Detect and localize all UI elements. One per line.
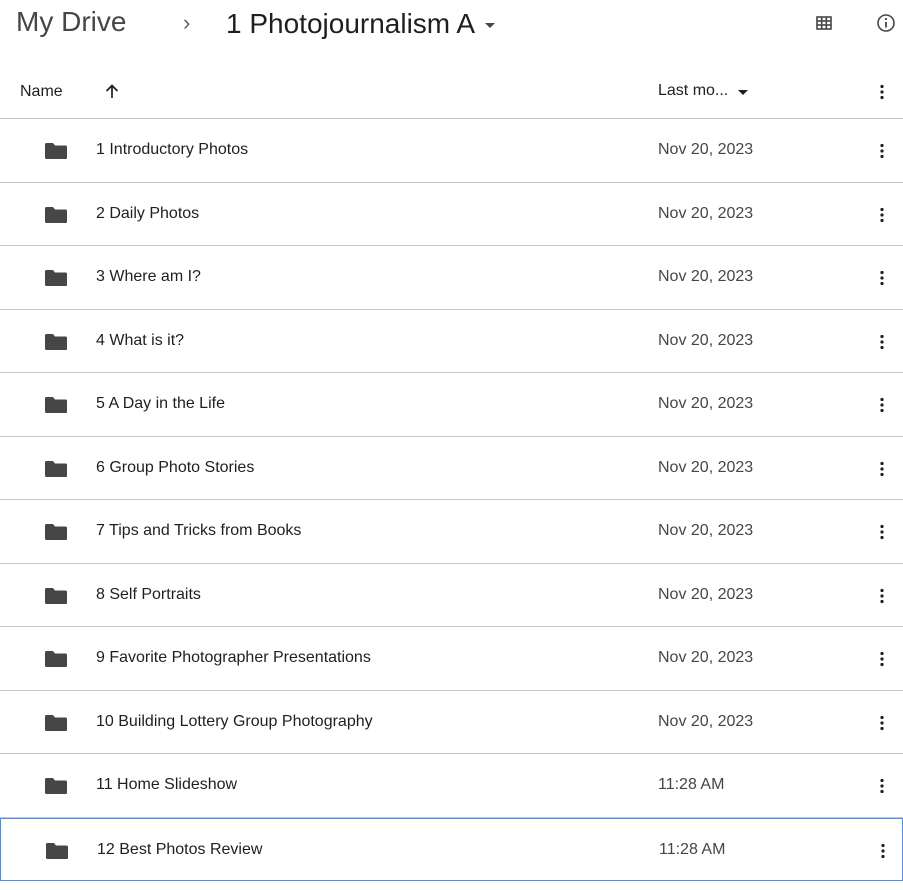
more-vert-icon — [880, 334, 884, 349]
row-more-actions-button[interactable] — [868, 582, 896, 610]
more-vert-icon — [880, 778, 884, 794]
file-list-row[interactable]: 3 Where am I? Nov 20, 2023 — [0, 246, 903, 310]
file-name: 1 Introductory Photos — [96, 141, 249, 158]
row-more-actions-button[interactable] — [868, 455, 896, 483]
more-vert-icon — [880, 84, 884, 100]
more-vert-icon — [880, 143, 884, 159]
row-more-actions-button[interactable] — [869, 837, 897, 865]
header-bar: My Drive › 1 Photojournalism A — [0, 0, 903, 56]
folder-icon — [45, 714, 67, 731]
folder-icon — [45, 143, 67, 159]
arrow-up-icon — [105, 84, 119, 98]
more-vert-icon — [880, 715, 884, 730]
dropdown-caret-icon — [485, 22, 496, 28]
file-name: 12 Best Photos Review — [97, 840, 263, 858]
file-last-modified: Nov 20, 2023 — [658, 649, 754, 666]
file-list-row[interactable]: 7 Tips and Tricks from Books Nov 20, 202… — [0, 500, 903, 564]
folder-icon — [46, 842, 68, 859]
file-last-modified: Nov 20, 2023 — [658, 395, 754, 412]
row-more-actions-button[interactable] — [868, 645, 896, 673]
more-vert-icon — [880, 461, 884, 476]
file-last-modified: Nov 20, 2023 — [658, 331, 754, 349]
file-name: 9 Favorite Photographer Presentations — [96, 649, 371, 666]
info-icon — [877, 14, 895, 32]
sort-direction-button[interactable] — [100, 78, 124, 104]
file-last-modified: Nov 20, 2023 — [658, 458, 754, 476]
row-more-actions-button[interactable] — [868, 709, 896, 737]
file-list-row[interactable]: 12 Best Photos Review 11:28 AM — [0, 817, 903, 881]
breadcrumb-current-folder-button[interactable]: 1 Photojournalism A — [226, 6, 496, 42]
grid-view-button[interactable] — [811, 10, 837, 36]
file-name: 10 Building Lottery Group Photography — [96, 712, 373, 730]
file-list-row[interactable]: 9 Favorite Photographer Presentations No… — [0, 627, 903, 691]
file-list-row[interactable]: 11 Home Slideshow 11:28 AM — [0, 754, 903, 818]
file-list: 1 Introductory Photos Nov 20, 2023 2 Dai… — [0, 119, 903, 881]
more-vert-icon — [880, 397, 884, 413]
file-list-row[interactable]: 2 Daily Photos Nov 20, 2023 — [0, 183, 903, 246]
folder-icon — [45, 206, 67, 223]
row-more-actions-button[interactable] — [868, 772, 896, 800]
more-vert-icon — [881, 843, 885, 858]
file-name: 11 Home Slideshow — [96, 776, 238, 793]
folder-icon — [45, 270, 67, 286]
breadcrumb-my-drive[interactable]: My Drive — [16, 6, 126, 38]
file-last-modified: Nov 20, 2023 — [658, 585, 754, 603]
file-last-modified: 11:28 AM — [659, 840, 726, 858]
row-more-actions-button[interactable] — [868, 137, 896, 165]
file-last-modified: Nov 20, 2023 — [658, 522, 754, 539]
column-header-name[interactable]: Name — [20, 83, 63, 101]
file-list-row[interactable]: 10 Building Lottery Group Photography No… — [0, 691, 903, 754]
file-list-row[interactable]: 6 Group Photo Stories Nov 20, 2023 — [0, 437, 903, 500]
row-more-actions-button[interactable] — [868, 328, 896, 356]
more-vert-icon — [880, 651, 884, 667]
file-last-modified: Nov 20, 2023 — [658, 141, 754, 158]
file-name: 4 What is it? — [96, 331, 185, 349]
file-list-row[interactable]: 1 Introductory Photos Nov 20, 2023 — [0, 119, 903, 183]
folder-icon — [45, 778, 67, 794]
file-list-row[interactable]: 8 Self Portraits Nov 20, 2023 — [0, 564, 903, 627]
more-vert-icon — [880, 270, 884, 286]
file-last-modified: Nov 20, 2023 — [658, 712, 754, 730]
file-list-row[interactable]: 4 What is it? Nov 20, 2023 — [0, 310, 903, 373]
file-list-row[interactable]: 5 A Day in the Life Nov 20, 2023 — [0, 373, 903, 437]
row-more-actions-button[interactable] — [868, 518, 896, 546]
file-name: 2 Daily Photos — [96, 204, 200, 222]
file-last-modified: 11:28 AM — [658, 776, 725, 793]
folder-icon — [45, 587, 67, 604]
column-header-last-modified-label: Last mo... — [658, 82, 729, 99]
breadcrumb-separator: › — [183, 10, 191, 35]
more-vert-icon — [880, 524, 884, 540]
file-last-modified: Nov 20, 2023 — [658, 268, 754, 285]
row-more-actions-button[interactable] — [868, 201, 896, 229]
folder-icon — [45, 524, 67, 540]
dropdown-caret-icon — [738, 89, 749, 95]
more-vert-icon — [880, 207, 884, 222]
file-name: 3 Where am I? — [96, 268, 201, 285]
folder-icon — [45, 460, 67, 477]
grid-view-icon — [816, 16, 832, 30]
file-name: 8 Self Portraits — [96, 585, 201, 603]
row-more-actions-button[interactable] — [868, 264, 896, 292]
column-header-row: Name Last mo... — [0, 66, 903, 119]
row-more-actions-button[interactable] — [868, 391, 896, 419]
view-details-button[interactable] — [873, 10, 899, 36]
folder-icon — [45, 397, 67, 413]
file-name: 6 Group Photo Stories — [96, 458, 255, 476]
folder-icon — [45, 651, 67, 667]
folder-icon — [45, 333, 67, 350]
file-last-modified: Nov 20, 2023 — [658, 204, 754, 222]
file-name: 7 Tips and Tricks from Books — [96, 522, 302, 539]
column-options-button[interactable] — [868, 78, 896, 106]
breadcrumb-current-folder: 1 Photojournalism A — [226, 8, 476, 39]
column-header-last-modified[interactable]: Last mo... — [658, 79, 749, 103]
file-name: 5 A Day in the Life — [96, 395, 225, 412]
more-vert-icon — [880, 588, 884, 603]
